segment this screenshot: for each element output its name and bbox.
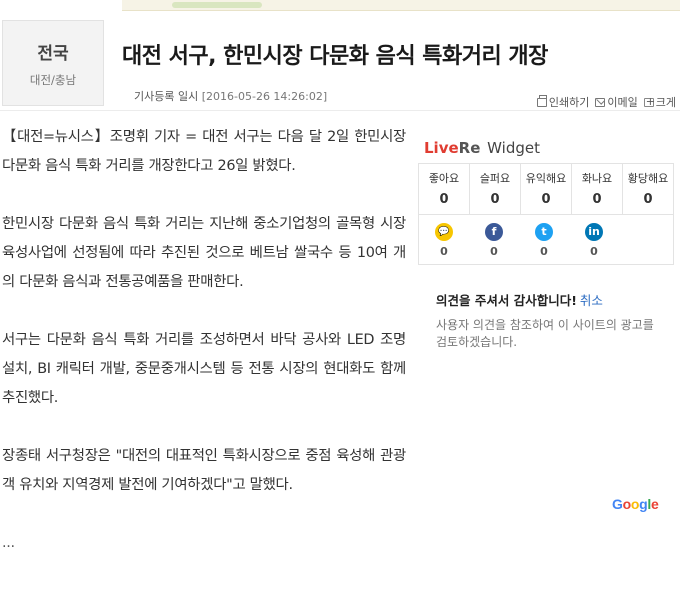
email-button[interactable]: 이메일 <box>595 94 638 110</box>
reaction-absurd[interactable]: 황당해요 0 <box>623 164 674 214</box>
top-banner[interactable] <box>122 0 680 11</box>
share-count: 0 <box>440 245 448 258</box>
google-letter: e <box>650 496 659 512</box>
reaction-label: 유익해요 <box>525 172 567 185</box>
print-button[interactable]: 인쇄하기 <box>536 94 590 110</box>
reaction-angry[interactable]: 화나요 0 <box>572 164 623 214</box>
share-count: 0 <box>490 245 498 258</box>
article-meta: 기사등록 일시 [2016-05-26 14:26:02] <box>134 88 327 104</box>
mail-icon <box>595 97 606 107</box>
header-divider <box>0 110 680 111</box>
print-label: 인쇄하기 <box>548 96 590 109</box>
article-paragraph: 한민시장 다문화 음식 특화 거리는 지난해 중소기업청의 골목형 시장 육성사… <box>2 216 406 290</box>
section-title: 전국 <box>37 44 69 64</box>
email-label: 이메일 <box>607 96 638 109</box>
section-subtitle: 대전/충남 <box>29 73 77 87</box>
reaction-like[interactable]: 좋아요 0 <box>419 164 470 214</box>
article-headline: 대전 서구, 한민시장 다문화 음식 특화거리 개장 <box>122 44 548 69</box>
google-letter: o <box>630 496 640 512</box>
kakao-icon: 💬 <box>435 223 453 241</box>
feedback-thanks: 의견을 주셔서 감사합니다! 취소 <box>436 290 666 309</box>
reaction-label: 슬퍼요 <box>479 172 511 185</box>
livere-widget: LiveRe Widget 좋아요 0 슬퍼요 0 유익해요 0 화나요 0 황당해요 0… <box>418 133 674 265</box>
article-trailing-text: ... <box>2 535 15 551</box>
reaction-label: 화나요 <box>581 172 613 185</box>
banner-decoration <box>172 2 262 8</box>
linkedin-icon: in <box>585 223 603 241</box>
article-paragraph: 장종태 서구청장은 "대전의 대표적인 특화시장으로 중점 육성해 관광객 유치… <box>2 448 406 493</box>
reaction-sad[interactable]: 슬퍼요 0 <box>470 164 521 214</box>
reaction-count: 0 <box>643 192 653 207</box>
ad-feedback: 의견을 주셔서 감사합니다! 취소 사용자 의견을 참조하여 이 사이트의 광고를… <box>436 290 666 351</box>
facebook-icon: f <box>485 223 503 241</box>
reaction-label: 황당해요 <box>627 172 669 185</box>
feedback-note: 사용자 의견을 참조하여 이 사이트의 광고를 검토하겠습니다. <box>436 318 654 349</box>
google-logo: Google <box>612 496 659 512</box>
share-row: 💬 0 f0 t0 in 0 <box>418 215 674 265</box>
reaction-count: 0 <box>439 192 449 207</box>
livere-brand: LiveRe Widget <box>418 133 674 163</box>
reaction-label: 좋아요 <box>428 172 460 185</box>
reaction-count: 0 <box>541 192 551 207</box>
reaction-count: 0 <box>592 192 602 207</box>
font-size-button[interactable]: 크게 <box>643 94 676 110</box>
article-paragraph: 【대전=뉴시스】조명휘 기자 = 대전 서구는 다음 달 2일 한민시장 다문화… <box>2 129 406 174</box>
share-count: 0 <box>590 245 598 258</box>
share-linkedin[interactable]: in 0 <box>569 215 619 264</box>
livere-logo-re: Re <box>458 139 481 157</box>
google-letter: o <box>622 496 632 512</box>
plus-icon <box>643 95 655 108</box>
section-box: 전국 대전/충남 <box>2 20 104 106</box>
cancel-link[interactable]: 취소 <box>580 293 603 308</box>
share-facebook[interactable]: f0 <box>469 215 519 264</box>
google-letter: G <box>612 496 623 512</box>
feedback-thanks-text: 의견을 주셔서 감사합니다! <box>436 293 577 308</box>
meta-label: 기사등록 일시 <box>134 90 199 103</box>
meta-date: [2016-05-26 14:26:02] <box>201 90 328 103</box>
article-tools: 인쇄하기 이메일 크게 <box>536 94 676 110</box>
font-size-label: 크게 <box>655 96 676 109</box>
printer-icon <box>536 94 547 107</box>
livere-logo-widget: Widget <box>487 139 540 157</box>
twitter-icon: t <box>535 223 553 241</box>
article-body: 【대전=뉴시스】조명휘 기자 = 대전 서구는 다음 달 2일 한민시장 다문화… <box>2 123 406 558</box>
share-row-filler <box>619 215 673 264</box>
reaction-row: 좋아요 0 슬퍼요 0 유익해요 0 화나요 0 황당해요 0 <box>418 163 674 215</box>
livere-logo-live: Live <box>424 139 459 157</box>
article-paragraph: 서구는 다문화 음식 특화 거리를 조성하면서 바닥 공사와 LED 조명 설치… <box>2 332 406 406</box>
share-kakao[interactable]: 💬 0 <box>419 215 469 264</box>
share-count: 0 <box>540 245 548 258</box>
reaction-count: 0 <box>490 192 500 207</box>
share-twitter[interactable]: t0 <box>519 215 569 264</box>
reaction-useful[interactable]: 유익해요 0 <box>521 164 572 214</box>
